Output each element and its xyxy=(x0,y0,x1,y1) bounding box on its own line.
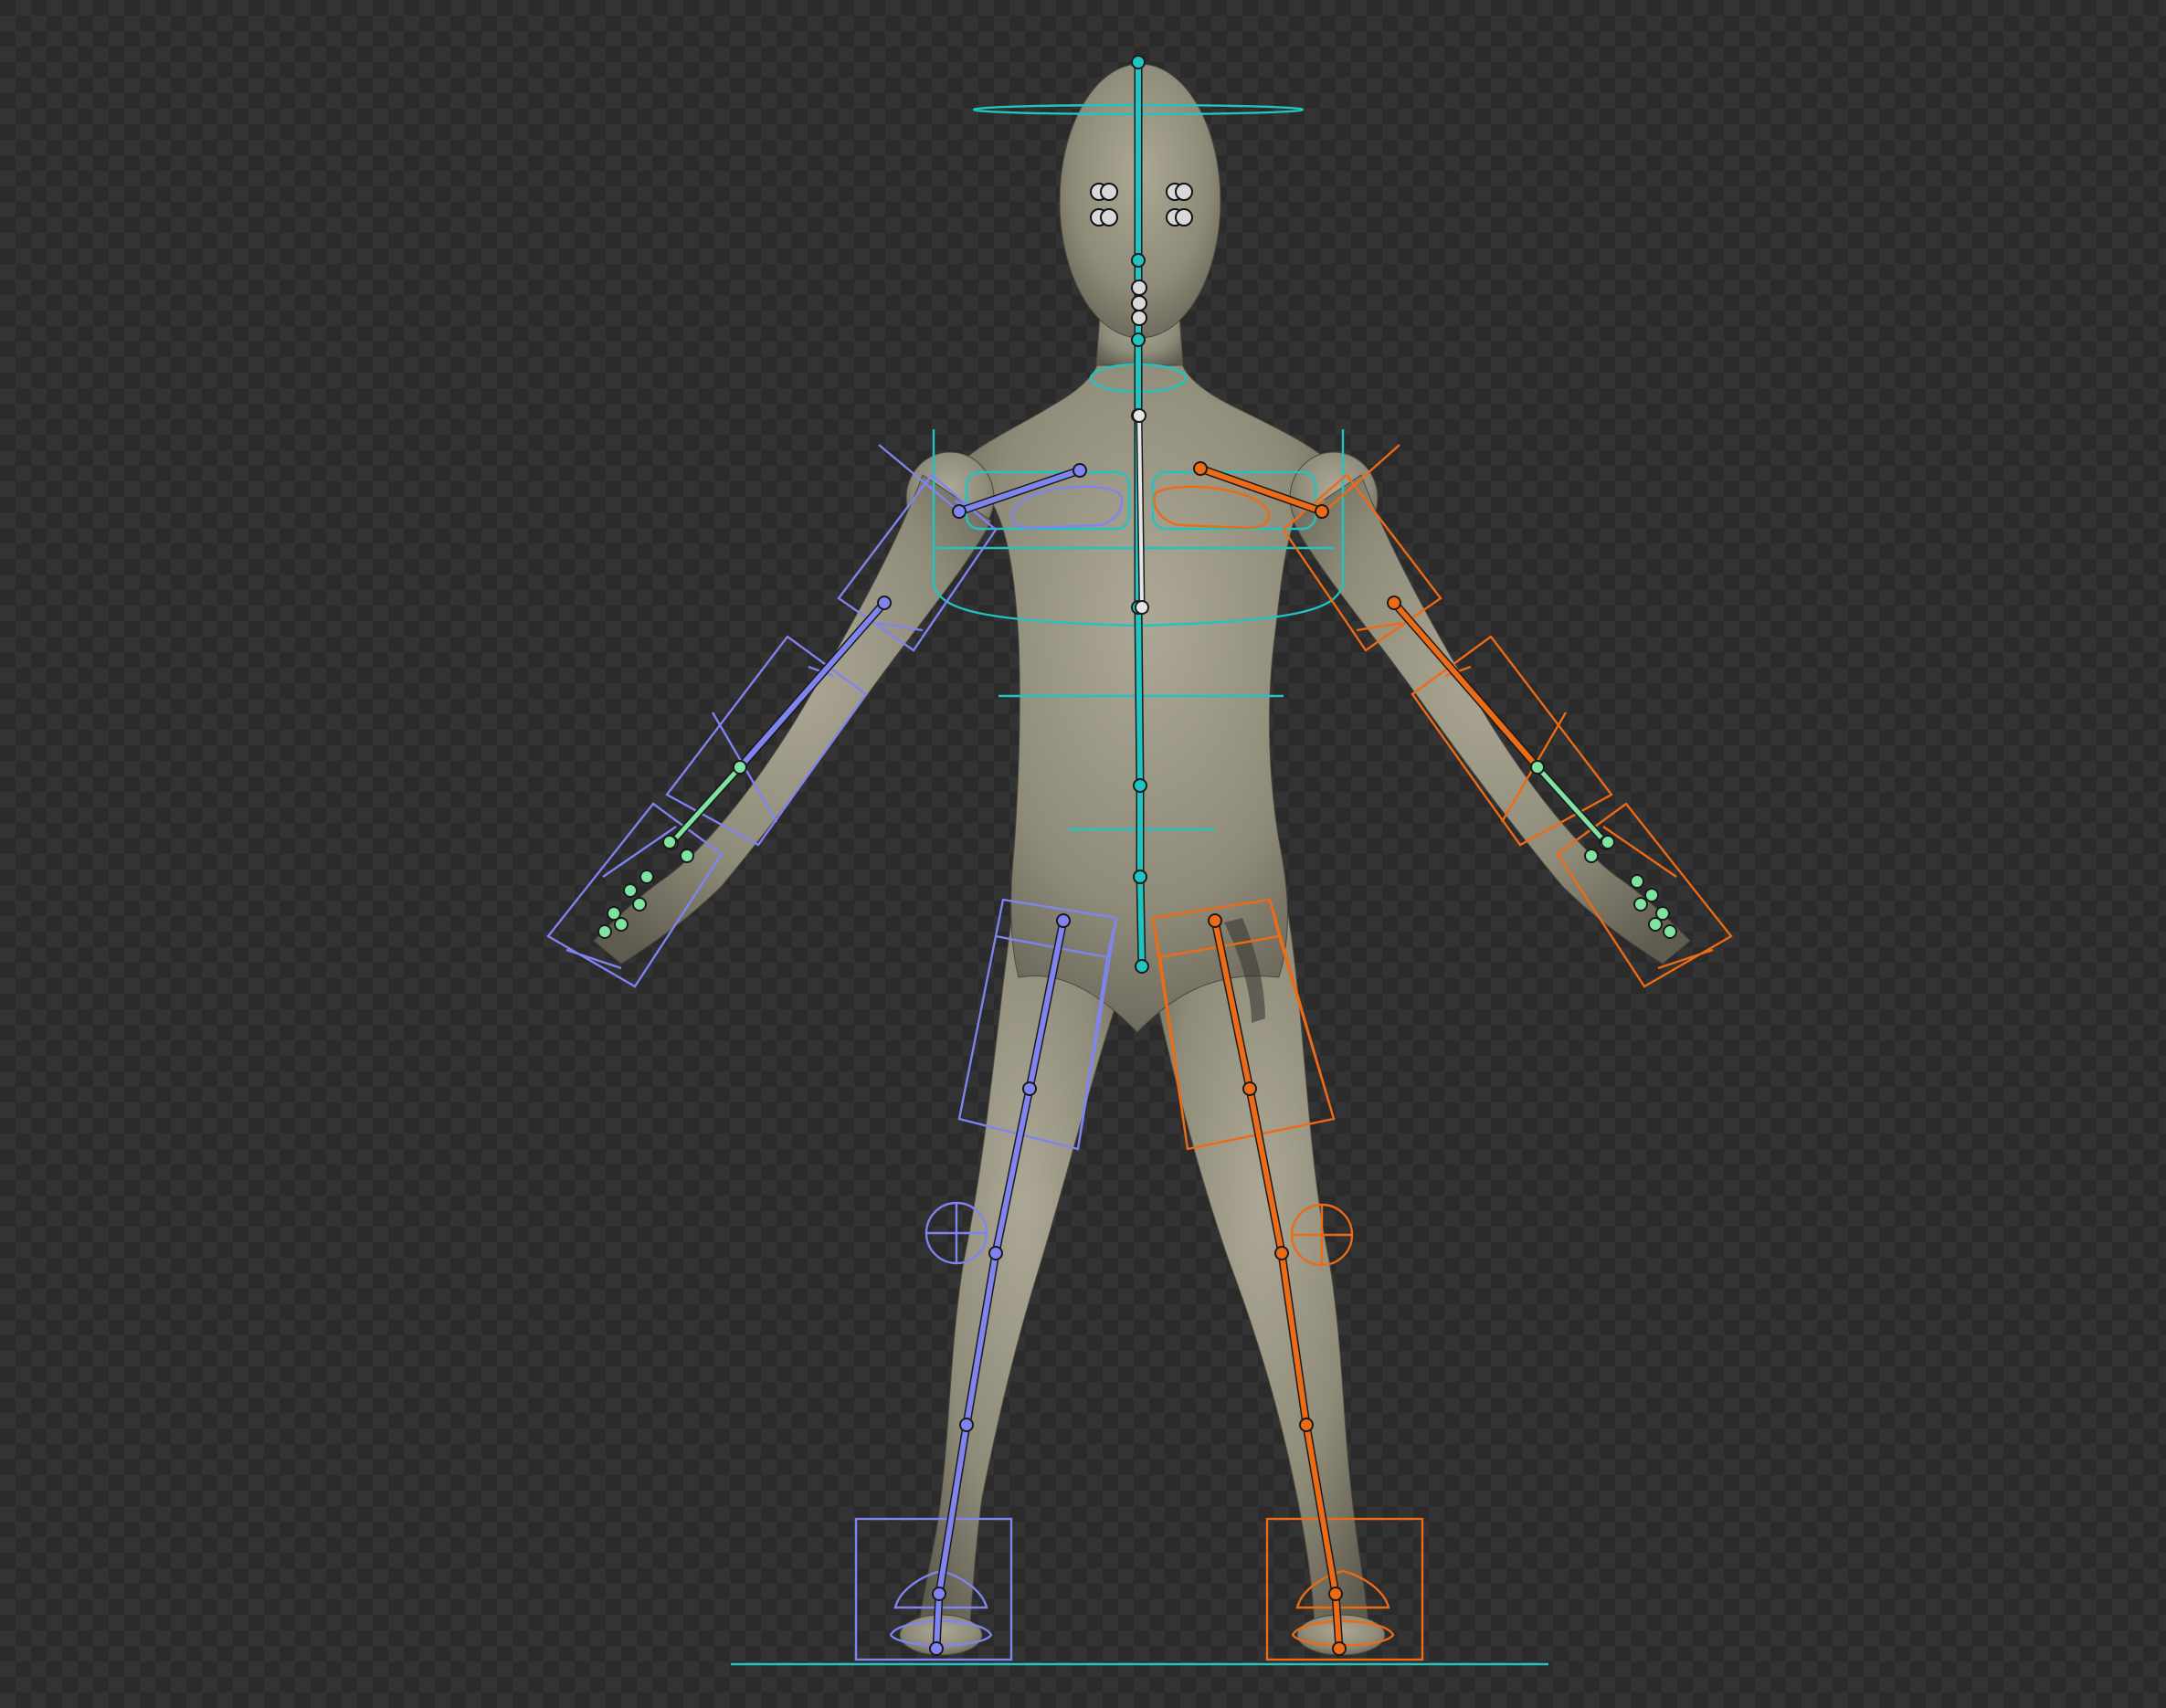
right-leg-chain-joint[interactable] xyxy=(1242,1081,1257,1096)
finger-joint[interactable] xyxy=(1644,888,1659,902)
mesh-torso xyxy=(949,346,1345,1033)
left-leg-chain-joint[interactable] xyxy=(929,1641,944,1656)
deform-spine-joint[interactable] xyxy=(1135,600,1149,615)
finger-joint[interactable] xyxy=(614,917,629,932)
finger-joint[interactable] xyxy=(662,835,677,849)
right-clavicle-bone-joint[interactable] xyxy=(1193,461,1208,476)
right-leg-chain-joint[interactable] xyxy=(1299,1418,1314,1432)
spine-chain-segment[interactable] xyxy=(1137,874,1145,969)
left-clavicle-bone-joint[interactable] xyxy=(952,504,967,519)
mesh-left-arm xyxy=(593,474,992,965)
finger-joint[interactable] xyxy=(1663,924,1677,939)
finger-joint[interactable] xyxy=(639,870,654,884)
left-leg-chain-joint[interactable] xyxy=(1056,913,1071,928)
jaw-bones[interactable] xyxy=(1131,279,1147,326)
spine-chain-segment[interactable] xyxy=(1136,605,1143,788)
left-forearm-finger-joint[interactable] xyxy=(733,760,747,775)
right-clavicle-bone-joint[interactable] xyxy=(1315,504,1329,519)
finger-joint[interactable] xyxy=(597,924,612,939)
left-leg-chain-joint[interactable] xyxy=(1022,1081,1037,1096)
left-knee-pole-target[interactable] xyxy=(925,1201,988,1265)
mesh-right-leg xyxy=(1148,912,1371,1645)
finger-joint[interactable] xyxy=(1584,849,1599,863)
right-leg-chain-joint[interactable] xyxy=(1328,1587,1343,1601)
3d-viewport[interactable] xyxy=(0,0,2166,1708)
finger-joint[interactable] xyxy=(623,883,638,898)
spine-chain-joint[interactable] xyxy=(1135,959,1149,974)
left-leg-chain-joint[interactable] xyxy=(959,1418,974,1432)
viewport-canvas[interactable] xyxy=(0,0,2166,1708)
right-leg-chain-joint[interactable] xyxy=(1208,913,1222,928)
right-forearm-finger-joint[interactable] xyxy=(1530,760,1545,775)
deform-spine-joint[interactable] xyxy=(1132,408,1146,423)
right-arm-chain-joint[interactable] xyxy=(1387,596,1401,610)
spine-chain-joint[interactable] xyxy=(1131,253,1146,268)
finger-joint[interactable] xyxy=(1601,835,1615,849)
right-leg-chain-joint[interactable] xyxy=(1332,1641,1347,1656)
spine-chain-joint[interactable] xyxy=(1131,332,1146,347)
right-leg-chain-segment[interactable] xyxy=(1333,1591,1342,1651)
finger-joint[interactable] xyxy=(632,897,647,912)
finger-joint[interactable] xyxy=(680,849,694,863)
left-leg-chain-joint[interactable] xyxy=(932,1587,946,1601)
spine-chain-joint[interactable] xyxy=(1133,870,1147,884)
finger-joint[interactable] xyxy=(1630,874,1644,889)
spine-chain-joint[interactable] xyxy=(1133,778,1147,793)
finger-joint[interactable] xyxy=(1648,917,1663,932)
finger-joint[interactable] xyxy=(1633,897,1648,912)
left-arm-chain-joint[interactable] xyxy=(877,596,892,610)
left-leg-chain-segment[interactable] xyxy=(934,1591,942,1651)
spine-chain-joint[interactable] xyxy=(1131,55,1146,69)
left-leg-chain-joint[interactable] xyxy=(988,1246,1003,1260)
left-clavicle-bone-joint[interactable] xyxy=(1072,463,1087,478)
right-knee-pole-target[interactable] xyxy=(1290,1203,1354,1267)
right-leg-chain-joint[interactable] xyxy=(1274,1246,1289,1260)
